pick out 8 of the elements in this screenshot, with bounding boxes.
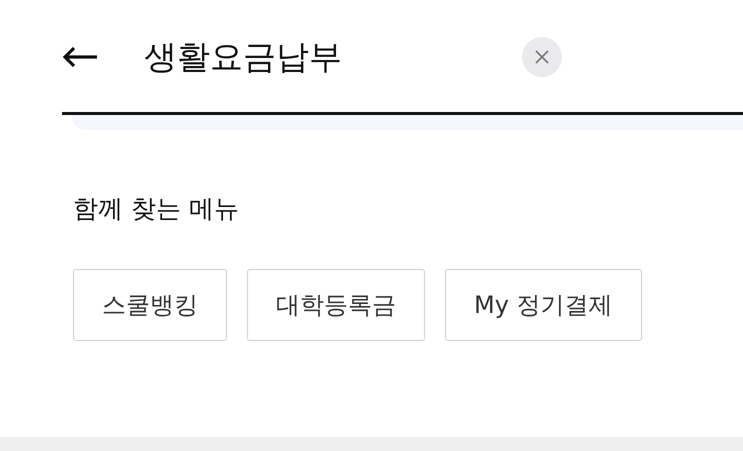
menu-chip[interactable]: My 정기결제 xyxy=(445,269,642,341)
back-arrow-icon[interactable] xyxy=(62,46,98,68)
close-icon xyxy=(534,49,550,65)
search-field[interactable]: 생활요금납부 xyxy=(144,38,514,76)
section-title: 함께 찾는 메뉴 xyxy=(73,193,240,225)
menu-chip[interactable]: 대학등록금 xyxy=(247,269,425,341)
menu-chip[interactable]: 스쿨뱅킹 xyxy=(73,269,227,341)
clear-button[interactable] xyxy=(522,37,562,77)
